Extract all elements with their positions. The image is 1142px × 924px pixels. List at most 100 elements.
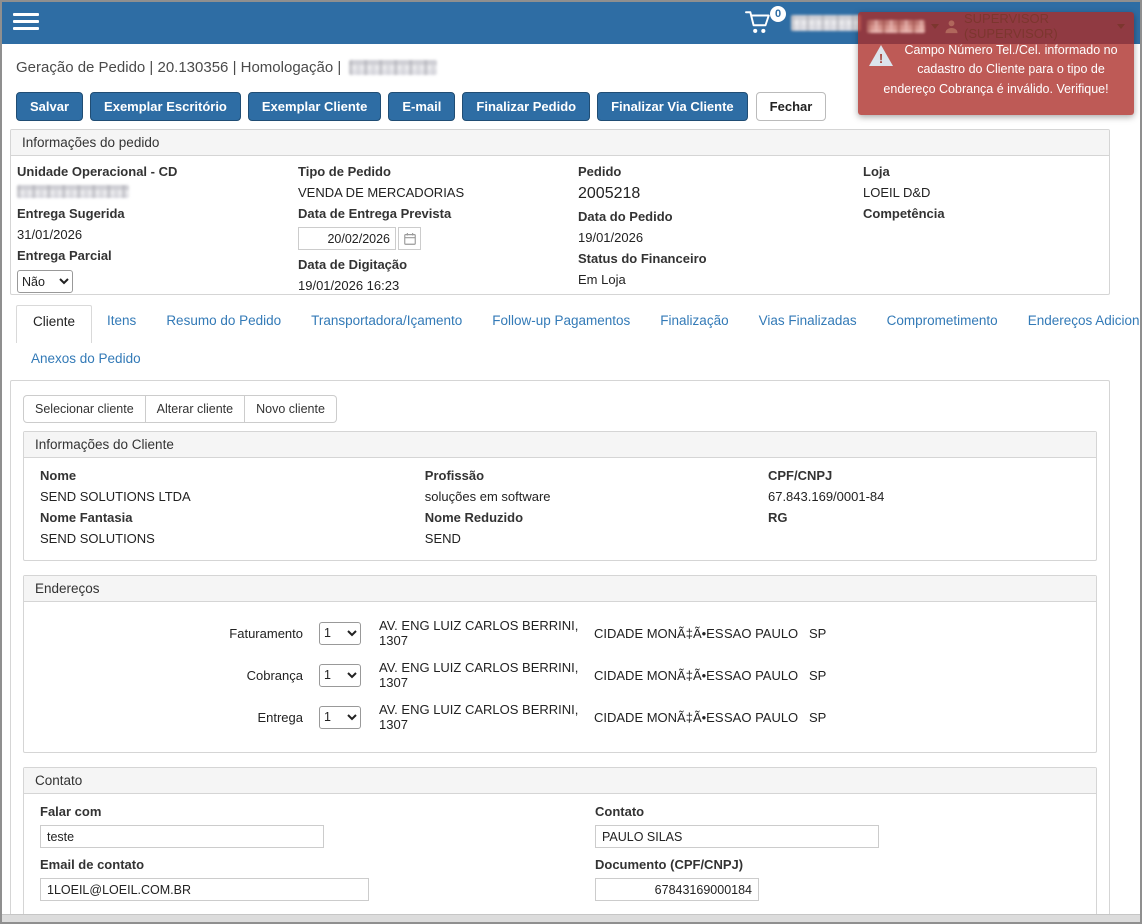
address-row-entrega: Entrega 1 AV. ENG LUIZ CARLOS BERRINI, 1… (24, 696, 1096, 738)
contact-title: Contato (24, 768, 1096, 794)
tab-follow-up-pagamentos[interactable]: Follow-up Pagamentos (477, 305, 645, 336)
app-window: 0 SUPERVISOR (SUPERVISOR) ! Campo Núme (0, 0, 1142, 924)
tab-itens[interactable]: Itens (92, 305, 151, 336)
tab-transportadora-icamento[interactable]: Transportadora/Içamento (296, 305, 477, 336)
address-district: CIDADE MONÃ‡Ã•ES (594, 626, 724, 641)
alterar-cliente-button[interactable]: Alterar cliente (146, 395, 245, 423)
address-type-label: Cobrança (24, 668, 319, 683)
documento-label: Documento (CPF/CNPJ) (595, 857, 1080, 872)
novo-cliente-button[interactable]: Novo cliente (245, 395, 337, 423)
calendar-button[interactable] (398, 227, 421, 250)
selecionar-cliente-button[interactable]: Selecionar cliente (23, 395, 146, 423)
address-city: SAO PAULO (724, 626, 809, 641)
fechar-button[interactable]: Fechar (756, 92, 827, 121)
order-info-title: Informações do pedido (11, 130, 1109, 156)
pedido-label: Pedido (578, 164, 863, 179)
contact-panel: Contato Falar com Email de contato Códig… (23, 767, 1097, 924)
cliente-tab-content: Selecionar cliente Alterar cliente Novo … (10, 380, 1110, 924)
email-contato-label: Email de contato (40, 857, 595, 872)
data-digitacao-value: 19/01/2026 16:23 (298, 278, 578, 293)
exemplar-cliente-button[interactable]: Exemplar Cliente (248, 92, 382, 121)
nome-label: Nome (40, 468, 425, 483)
error-toast: SUPERVISOR (SUPERVISOR) ! Campo Número T… (858, 12, 1134, 115)
pedido-value: 2005218 (578, 185, 863, 203)
cart-button[interactable]: 0 (744, 9, 780, 39)
address-state: SP (809, 626, 849, 641)
email-button[interactable]: E-mail (388, 92, 455, 121)
data-entrega-prevista-label: Data de Entrega Prevista (298, 206, 578, 221)
loja-value: LOEIL D&D (863, 185, 1103, 200)
cpf-cnpj-value: 67.843.169/0001-84 (768, 489, 1080, 504)
addresses-title: Endereços (24, 576, 1096, 602)
falar-com-input[interactable] (40, 825, 324, 848)
address-state: SP (809, 710, 849, 725)
data-entrega-prevista-input[interactable] (298, 227, 396, 250)
finalizar-pedido-button[interactable]: Finalizar Pedido (462, 92, 590, 121)
username-redacted-overlay (867, 20, 925, 33)
tab-vias-finalizadas[interactable]: Vias Finalizadas (744, 305, 872, 336)
unidade-operacional-label: Unidade Operacional - CD (17, 164, 298, 179)
contato-input[interactable] (595, 825, 879, 848)
documento-input[interactable] (595, 878, 759, 901)
tipo-pedido-value: VENDA DE MERCADORIAS (298, 185, 578, 200)
tab-enderecos-adicionais[interactable]: Endereços Adicionais (1013, 305, 1142, 336)
hamburger-menu-icon[interactable] (13, 13, 39, 33)
tab-cliente[interactable]: Cliente (16, 305, 92, 343)
exemplar-escritorio-button[interactable]: Exemplar Escritório (90, 92, 241, 121)
tipo-pedido-label: Tipo de Pedido (298, 164, 578, 179)
address-type-label: Faturamento (24, 626, 319, 641)
address-type-label: Entrega (24, 710, 319, 725)
falar-com-label: Falar com (40, 804, 595, 819)
contato-label: Contato (595, 804, 1080, 819)
warning-icon: ! (867, 41, 897, 77)
tab-comprometimento[interactable]: Comprometimento (872, 305, 1013, 336)
address-street: AV. ENG LUIZ CARLOS BERRINI, 1307 (379, 618, 594, 648)
status-financeiro-label: Status do Financeiro (578, 251, 863, 266)
horizontal-scrollbar[interactable] (2, 914, 1140, 922)
address-state: SP (809, 668, 849, 683)
entrega-parcial-label: Entrega Parcial (17, 248, 298, 263)
tab-resumo-do-pedido[interactable]: Resumo do Pedido (151, 305, 296, 336)
address-city: SAO PAULO (724, 710, 809, 725)
entrega-sugerida-value: 31/01/2026 (17, 227, 298, 242)
address-number-select[interactable]: 1 (319, 664, 361, 687)
nome-reduzido-value: SEND (425, 531, 768, 546)
username-redacted (791, 15, 861, 31)
client-info-panel: Informações do Cliente Nome SEND SOLUTIO… (23, 431, 1097, 561)
nome-reduzido-label: Nome Reduzido (425, 510, 768, 525)
client-info-title: Informações do Cliente (24, 432, 1096, 458)
data-digitacao-label: Data de Digitação (298, 257, 578, 272)
profissao-value: soluções em software (425, 489, 768, 504)
unidade-operacional-redacted (17, 185, 129, 198)
tab-bar: Cliente Itens Resumo do Pedido Transport… (16, 305, 1110, 337)
calendar-icon (403, 232, 417, 246)
user-icon (944, 19, 959, 34)
address-number-select[interactable]: 1 (319, 622, 361, 645)
cart-count-badge: 0 (770, 6, 786, 22)
user-menu[interactable]: SUPERVISOR (SUPERVISOR) (867, 16, 1125, 36)
tab-anexos-do-pedido[interactable]: Anexos do Pedido (16, 343, 156, 374)
toast-message: ! Campo Número Tel./Cel. informado no ca… (867, 41, 1125, 99)
address-row-faturamento: Faturamento 1 AV. ENG LUIZ CARLOS BERRIN… (24, 612, 1096, 654)
caret-down-icon (1117, 24, 1125, 29)
nome-fantasia-label: Nome Fantasia (40, 510, 425, 525)
cart-icon (744, 22, 774, 39)
finalizar-via-cliente-button[interactable]: Finalizar Via Cliente (597, 92, 748, 121)
rg-label: RG (768, 510, 1080, 525)
tab-bar-row2: Anexos do Pedido (16, 343, 1110, 374)
entrega-parcial-select[interactable]: Não (17, 270, 73, 293)
address-city: SAO PAULO (724, 668, 809, 683)
address-street: AV. ENG LUIZ CARLOS BERRINI, 1307 (379, 702, 594, 732)
competencia-label: Competência (863, 206, 1103, 221)
nome-value: SEND SOLUTIONS LTDA (40, 489, 425, 504)
user-role-label: SUPERVISOR (SUPERVISOR) (964, 11, 1112, 41)
email-contato-input[interactable] (40, 878, 369, 901)
status-financeiro-value: Em Loja (578, 272, 863, 287)
address-street: AV. ENG LUIZ CARLOS BERRINI, 1307 (379, 660, 594, 690)
salvar-button[interactable]: Salvar (16, 92, 83, 121)
nome-fantasia-value: SEND SOLUTIONS (40, 531, 425, 546)
breadcrumb-text: Geração de Pedido | 20.130356 | Homologa… (16, 59, 341, 76)
cpf-cnpj-label: CPF/CNPJ (768, 468, 1080, 483)
address-number-select[interactable]: 1 (319, 706, 361, 729)
tab-finalizacao[interactable]: Finalização (645, 305, 743, 336)
